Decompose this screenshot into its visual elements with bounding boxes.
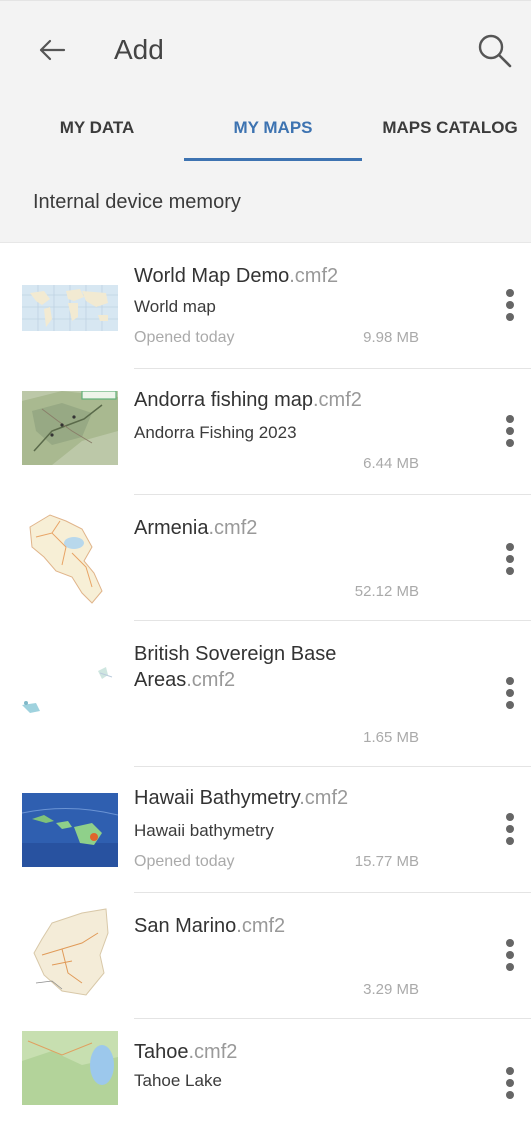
list-item[interactable]: British Sovereign Base Areas.cmf2 1.65 MB [0,621,531,767]
tab-maps-catalog[interactable]: MAPS CATALOG [370,110,530,162]
map-description: Andorra Fishing 2023 [134,423,297,442]
map-thumbnail [22,659,118,733]
list-item[interactable]: Armenia.cmf2 52.12 MB [0,495,531,621]
top-border [0,0,531,1]
map-file-name: British Sovereign Base Areas.cmf2 [134,643,337,691]
map-file-name: Tahoe.cmf2 [134,1041,238,1063]
more-vert-icon [506,1067,514,1099]
search-icon [478,34,512,68]
opened-status: Opened today [134,853,235,870]
page-title: Add [114,34,164,65]
map-file-name: Armenia.cmf2 [134,517,258,539]
map-file-name: Andorra fishing map.cmf2 [134,389,362,411]
more-vert-icon [506,677,514,709]
map-thumbnail [22,391,118,465]
more-options-button[interactable] [495,669,525,717]
search-button[interactable] [470,26,520,76]
map-description: World map [134,297,216,316]
more-vert-icon [506,289,514,321]
more-options-button[interactable] [495,535,525,583]
more-options-button[interactable] [495,407,525,455]
map-thumbnail [22,1031,118,1105]
more-vert-icon [506,543,514,575]
arrow-left-icon [39,39,66,61]
list-item[interactable]: World Map Demo.cmf2 World map Opened tod… [0,243,531,369]
section-label: Internal device memory [33,191,241,213]
opened-status: Opened today [134,329,235,346]
tab-bar: MY DATA MY MAPS MAPS CATALOG [0,110,531,162]
active-tab-indicator [184,158,362,161]
map-description: Hawaii bathymetry [134,821,274,840]
map-thumbnail [22,271,118,345]
map-file-name: World Map Demo.cmf2 [134,265,339,287]
file-size: 15.77 MB [354,853,419,870]
file-size: 6.44 MB [363,455,419,472]
map-thumbnail [22,793,118,867]
map-file-name: Hawaii Bathymetry.cmf2 [134,787,349,809]
file-size: 1.65 MB [363,729,419,746]
more-vert-icon [506,813,514,845]
file-size: 3.29 MB [363,981,419,998]
back-button[interactable] [28,26,76,74]
map-description: Tahoe Lake [134,1071,222,1090]
map-thumbnail [22,903,118,1003]
storage-section-header: Internal device memory [0,163,531,243]
more-options-button[interactable] [495,281,525,329]
map-file-name: San Marino.cmf2 [134,915,286,937]
list-item[interactable]: Andorra fishing map.cmf2 Andorra Fishing… [0,369,531,495]
file-size: 9.98 MB [363,329,419,346]
more-options-button[interactable] [495,1059,525,1107]
list-item[interactable]: Hawaii Bathymetry.cmf2 Hawaii bathymetry… [0,767,531,893]
file-size: 52.12 MB [354,583,419,600]
tab-my-data[interactable]: MY DATA [52,110,142,162]
map-thumbnail [22,507,118,607]
more-vert-icon [506,939,514,971]
more-options-button[interactable] [495,931,525,979]
list-item[interactable]: Tahoe.cmf2 Tahoe Lake [0,1019,531,1145]
tab-my-maps[interactable]: MY MAPS [208,110,338,162]
list-item[interactable]: San Marino.cmf2 3.29 MB [0,893,531,1019]
more-vert-icon [506,415,514,447]
more-options-button[interactable] [495,805,525,853]
